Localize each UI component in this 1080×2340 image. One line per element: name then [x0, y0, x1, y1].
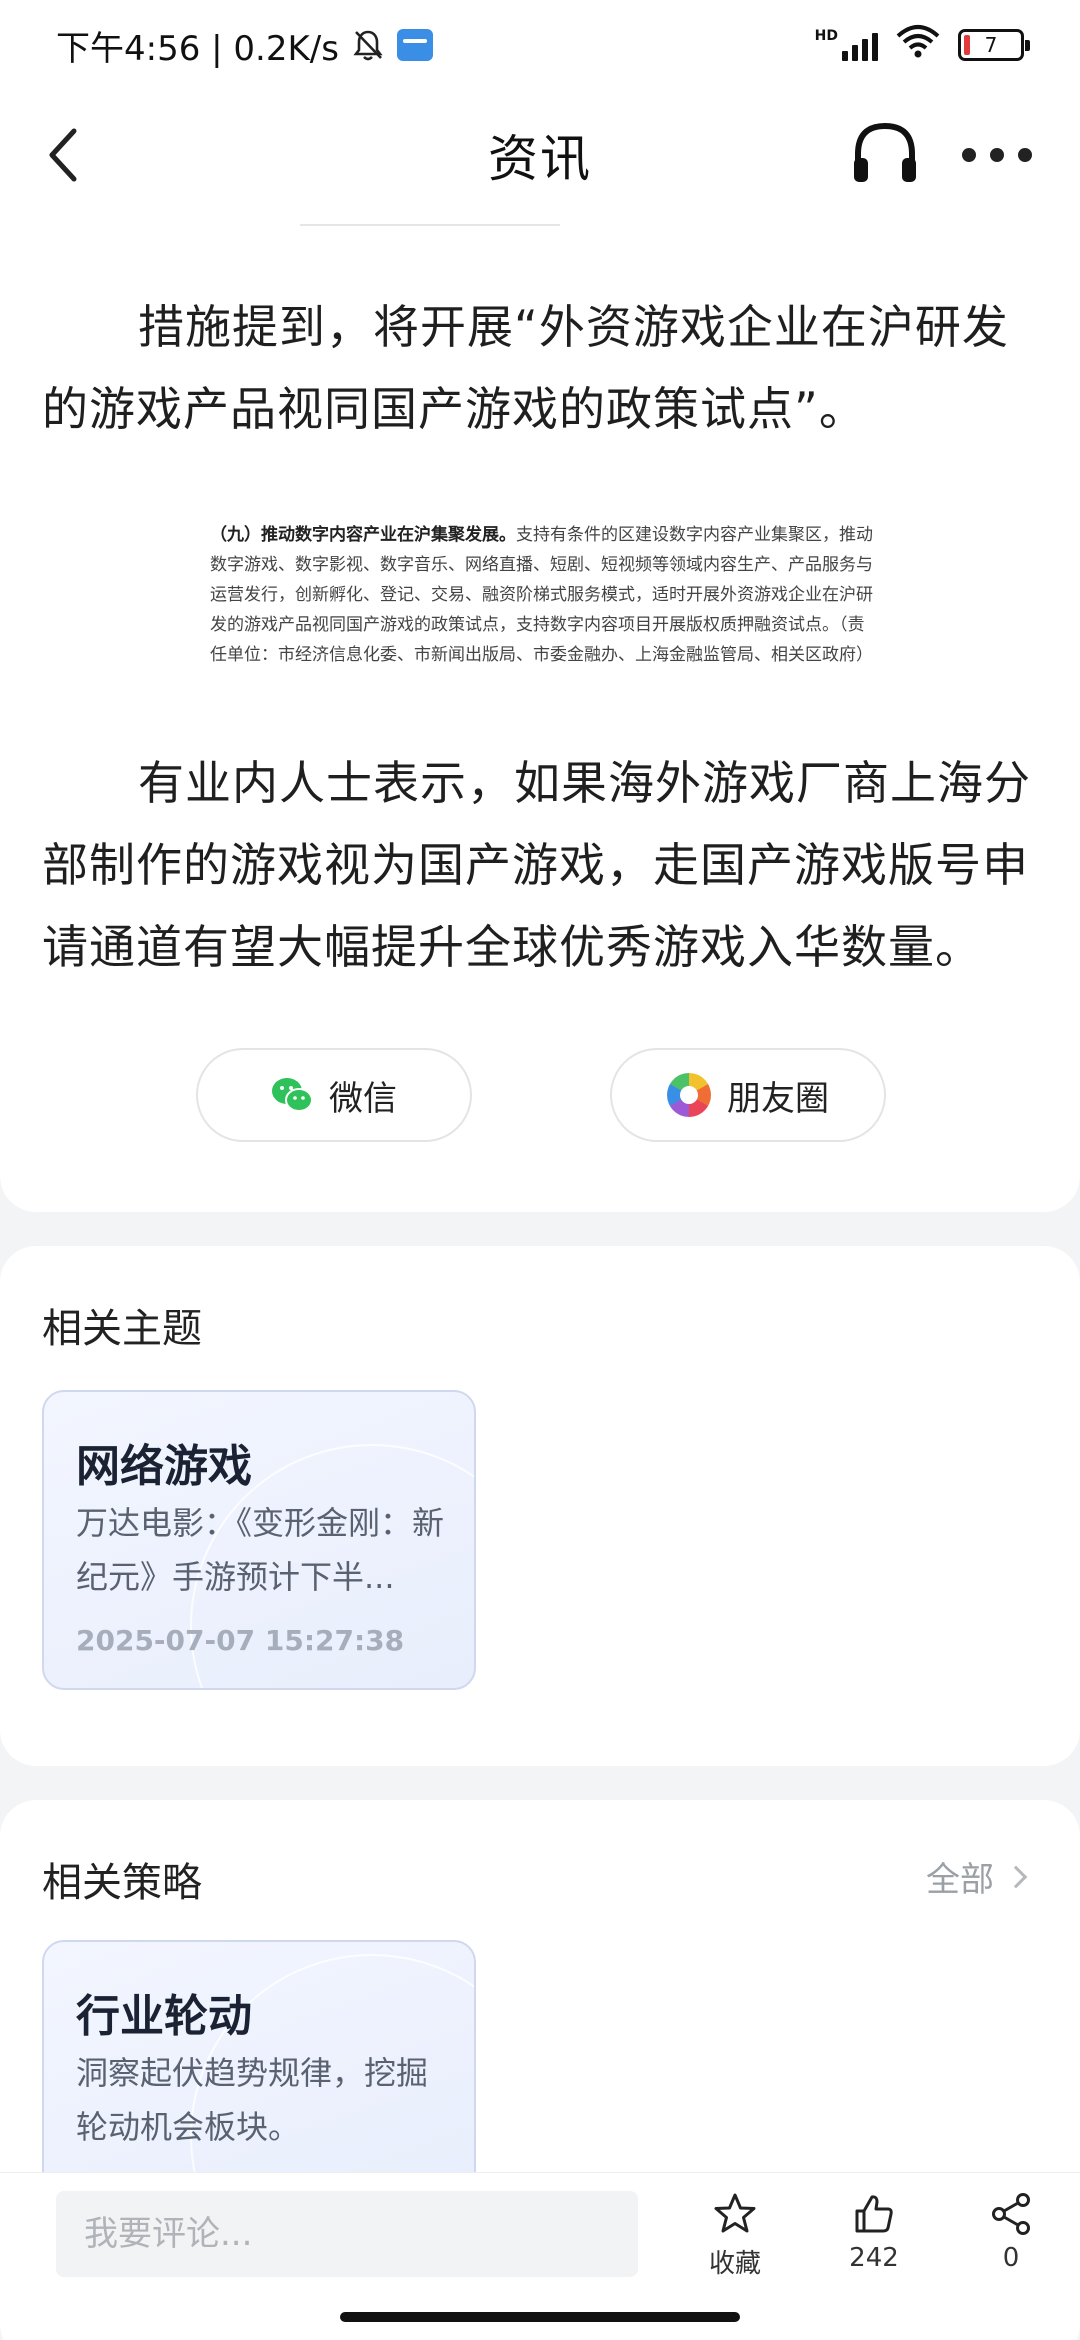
- previous-image-edge: [300, 220, 560, 226]
- like-button[interactable]: 242: [829, 2191, 919, 2273]
- strategy-card-title: 行业轮动: [76, 1991, 252, 2042]
- share-moments-label: 朋友圈: [727, 1078, 829, 1119]
- article-paragraph-1: 措施提到，将开展“外资游戏企业在沪研发的游戏产品视同国产游戏的政策试点”。: [42, 300, 1009, 436]
- app-notification-icon: [396, 29, 433, 61]
- like-count: 242: [849, 2243, 899, 2273]
- article-paragraph-2: 有业内人士表示，如果海外游戏厂商上海分部制作的游戏视为国产游戏，走国产游戏版号申…: [42, 756, 1031, 974]
- battery-level: 7: [984, 33, 998, 57]
- bell-muted-icon: [351, 28, 385, 62]
- hd-label: HD: [814, 28, 838, 44]
- see-all-link[interactable]: 全部: [926, 1852, 1028, 1901]
- more-icon-dot: [1018, 148, 1032, 162]
- related-topics-title: 相关主题: [42, 1306, 202, 1352]
- topic-card-title: 网络游戏: [76, 1441, 252, 1492]
- back-icon: [49, 128, 77, 182]
- share-moments-button[interactable]: 朋友圈: [610, 1048, 886, 1142]
- strategy-card[interactable]: 行业轮动 洞察起伏趋势规律，挖掘轮动机会板块。: [42, 1940, 476, 2200]
- moments-icon: [667, 1073, 711, 1117]
- comment-input[interactable]: [56, 2191, 638, 2277]
- more-icon-dot: [990, 148, 1004, 162]
- home-indicator[interactable]: [340, 2312, 740, 2322]
- doc-heading: （九）推动数字内容产业在沪集聚发展。: [210, 525, 516, 545]
- related-strategies-title: 相关策略: [42, 1860, 202, 1906]
- favorite-label: 收藏: [708, 2249, 761, 2279]
- nav-bar: 资讯: [0, 90, 1080, 220]
- status-left: 下午4:56 | 0.2K/s: [56, 21, 433, 70]
- battery-fill: [964, 35, 970, 55]
- more-button[interactable]: [962, 130, 1032, 180]
- page-title: 资讯: [488, 130, 592, 188]
- thumbs-up-icon: [855, 2195, 893, 2233]
- doc-body: 支持有条件的区建设数字内容产业集聚区，推动数字游戏、数字影视、数字音乐、网络直播…: [210, 525, 873, 665]
- share-row: 微信 朋友圈: [0, 1048, 1080, 1144]
- share-button[interactable]: 0: [966, 2191, 1056, 2273]
- share-wechat-button[interactable]: 微信: [196, 1048, 472, 1142]
- signal-icon: [842, 29, 878, 61]
- article-card: 措施提到，将开展“外资游戏企业在沪研发的游戏产品视同国产游戏的政策试点”。 （九…: [0, 220, 1080, 1212]
- audio-button[interactable]: [850, 118, 920, 190]
- status-bar: 下午4:56 | 0.2K/s HD 7: [0, 0, 1080, 90]
- status-time-speed: 下午4:56 | 0.2K/s: [56, 28, 339, 69]
- headset-icon: [854, 122, 916, 182]
- share-count: 0: [1002, 2243, 1020, 2273]
- strategy-card-desc: 洞察起伏趋势规律，挖掘轮动机会板块。: [76, 2054, 429, 2146]
- share-wechat-label: 微信: [329, 1078, 397, 1119]
- related-topics-section: 相关主题 网络游戏 万达电影：《变形金刚：新纪元》手游预计下半... 2025-…: [0, 1246, 1080, 1766]
- favorite-button[interactable]: 收藏: [690, 2191, 780, 2280]
- topic-card-time: 2025-07-07 15:27:38: [76, 1624, 405, 1657]
- back-button[interactable]: [44, 120, 104, 190]
- battery-icon: 7: [958, 29, 1030, 61]
- chevron-right-icon: [1004, 1865, 1028, 1888]
- wifi-icon: [896, 24, 940, 67]
- star-icon: [714, 2193, 756, 2233]
- more-icon-dot: [962, 148, 976, 162]
- topic-card[interactable]: 网络游戏 万达电影：《变形金刚：新纪元》手游预计下半... 2025-07-07…: [42, 1390, 476, 1690]
- see-all-label: 全部: [926, 1860, 994, 1900]
- topic-card-desc: 万达电影：《变形金刚：新纪元》手游预计下半...: [76, 1504, 445, 1596]
- wechat-icon: [272, 1078, 313, 1112]
- share-icon: [992, 2193, 1030, 2235]
- bottom-action-bar: 收藏 242 0: [0, 2172, 1080, 2300]
- status-right: HD 7: [814, 24, 1030, 67]
